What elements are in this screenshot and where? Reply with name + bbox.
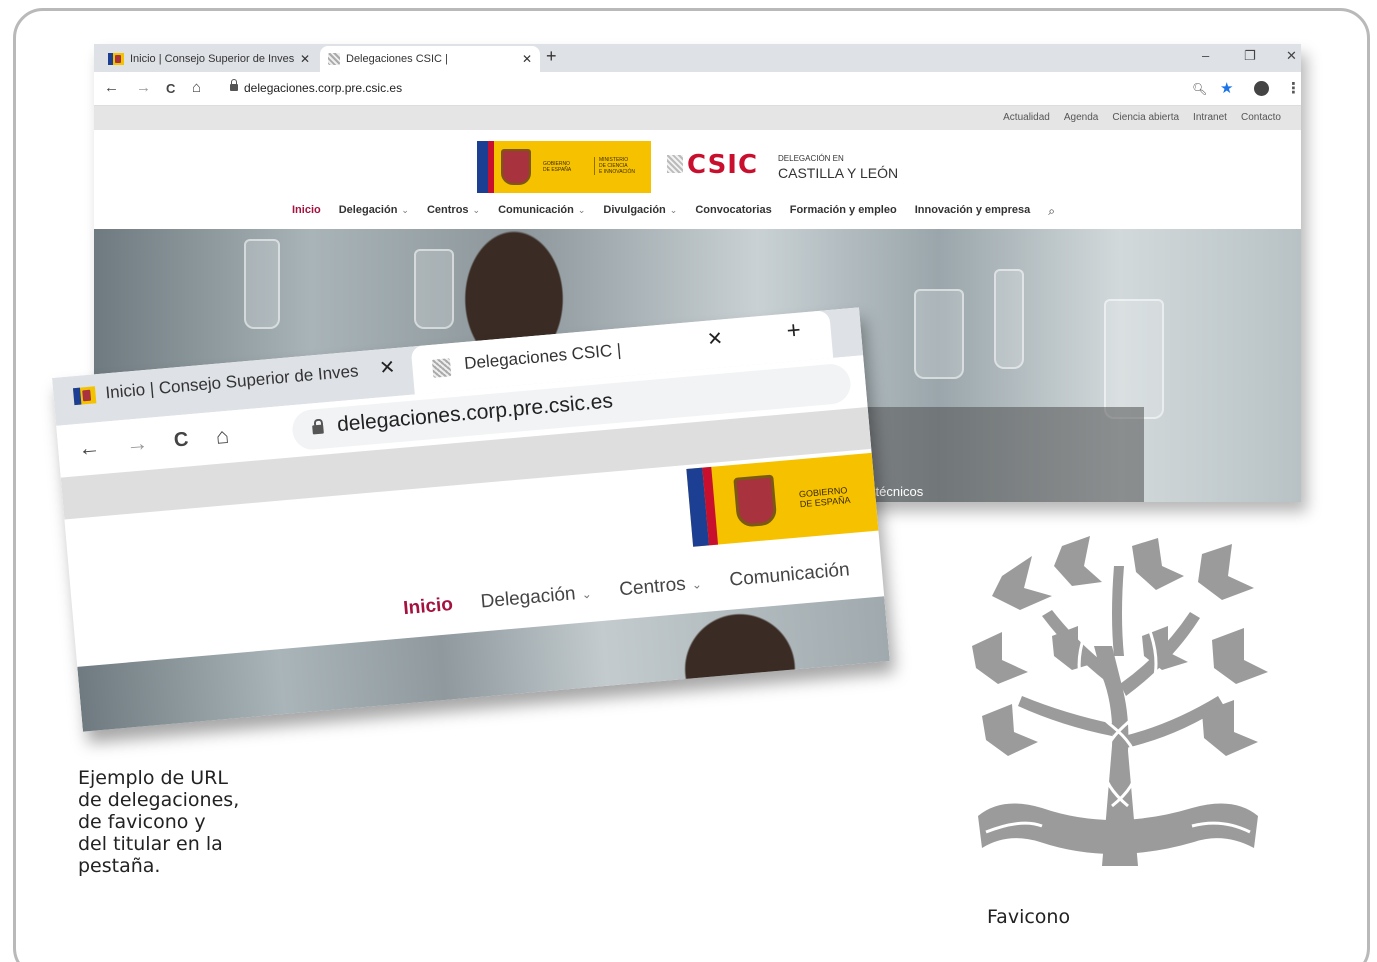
bottle-shape — [414, 249, 454, 329]
forward-icon[interactable]: → — [125, 430, 149, 458]
tab-delegaciones[interactable]: Delegaciones CSIC | ✕ — [320, 46, 540, 72]
nav-label: Centros — [618, 573, 687, 601]
tab-strip: Inicio | Consejo Superior de Inves ✕ Del… — [94, 44, 1301, 72]
nav-label: Centros — [426, 204, 469, 216]
chevron-down-icon: ⌄ — [472, 205, 481, 215]
lock-icon — [230, 79, 238, 91]
gobierno-espana-logo[interactable]: GOBIERNO DE ESPAÑA MINISTERIO DE CIENCIA E … — [477, 141, 651, 193]
chevron-down-icon: ⌄ — [691, 577, 703, 593]
caption-line: Ejemplo de URL — [78, 767, 228, 789]
nav-comunicacion[interactable]: Comunicación — [729, 559, 851, 591]
restore-button[interactable]: ❐ — [1244, 48, 1256, 64]
bottle-shape — [994, 269, 1024, 369]
nav-innovacion-empresa[interactable]: Innovación y empresa — [915, 204, 1031, 219]
window-close-button[interactable]: ✕ — [1286, 48, 1297, 64]
favicon-label: Favicono — [987, 906, 1071, 928]
nav-comunicacion[interactable]: Comunicación ⌄ — [498, 204, 585, 219]
csic-tree-icon — [667, 155, 683, 173]
nav-divulgacion[interactable]: Divulgación ⌄ — [603, 204, 677, 219]
top-link-intranet[interactable]: Intranet — [1193, 112, 1227, 123]
nav-convocatorias[interactable]: Convocatorias — [695, 204, 771, 219]
close-icon[interactable]: ✕ — [522, 52, 532, 66]
nav-inicio[interactable]: Inicio — [403, 594, 454, 620]
delegation-label: DELEGACIÓN EN — [778, 154, 844, 163]
back-icon[interactable]: ← — [104, 79, 119, 96]
lock-icon — [312, 424, 324, 435]
zoom-gobierno-espana-logo[interactable]: GOBIERNO DE ESPAÑA — [686, 451, 890, 547]
caption-line: de delegaciones, — [78, 789, 240, 811]
nav-formacion-empleo[interactable]: Formación y empleo — [790, 204, 897, 219]
tab-inicio[interactable]: Inicio | Consejo Superior de Inves ✕ — [100, 46, 318, 72]
menu-icon[interactable]: ⋮ — [1286, 79, 1301, 97]
nav-label: Delegación — [338, 204, 398, 216]
chevron-down-icon: ⌄ — [580, 586, 593, 602]
nav-label: Divulgación — [603, 204, 666, 216]
caption-line: del titular en la — [78, 833, 223, 855]
top-link-contacto[interactable]: Contacto — [1241, 112, 1281, 123]
address-bar: ← → C ⌂ delegaciones.corp.pre.csic.es 🔍︎… — [94, 72, 1301, 106]
back-icon[interactable]: ← — [77, 434, 101, 462]
new-tab-button[interactable]: + — [546, 46, 557, 67]
close-icon[interactable]: ✕ — [706, 327, 724, 351]
home-icon[interactable]: ⌂ — [192, 79, 201, 96]
close-icon[interactable]: ✕ — [300, 52, 310, 66]
nav-centros[interactable]: Centros ⌄ — [427, 204, 480, 219]
bottle-shape — [1104, 299, 1164, 419]
search-icon[interactable]: ⌕ — [1048, 204, 1055, 219]
top-link-agenda[interactable]: Agenda — [1064, 112, 1098, 123]
top-links: Actualidad Agenda Ciencia abierta Intran… — [1003, 112, 1281, 123]
caption-line: de favicono y — [78, 811, 206, 833]
gov-text: GOBIERNO DE ESPAÑA — [543, 161, 572, 173]
chevron-down-icon: ⌄ — [669, 205, 678, 215]
chevron-down-icon: ⌄ — [577, 205, 586, 215]
spain-favicon-icon — [72, 385, 97, 405]
csic-logo[interactable]: CSIC — [687, 150, 758, 180]
main-nav: Inicio Delegación ⌄ Centros ⌄ Comunicación… — [292, 204, 1055, 219]
new-tab-button[interactable]: + — [786, 317, 802, 346]
star-icon[interactable]: ★ — [1220, 79, 1233, 97]
csic-tree-favicon-icon — [431, 358, 452, 378]
close-icon[interactable]: ✕ — [378, 356, 397, 380]
bottle-shape — [244, 239, 280, 329]
zoomed-browser-detail: Inicio | Consejo Superior de Inves ✕ Del… — [52, 307, 890, 732]
minimize-button[interactable]: – — [1202, 48, 1209, 63]
zoom-icon[interactable]: 🔍︎ — [1192, 82, 1207, 96]
csic-tree-favicon-icon — [972, 536, 1268, 866]
gov-text: GOBIERNO DE ESPAÑA — [798, 485, 851, 510]
profile-icon[interactable] — [1254, 81, 1269, 96]
nav-label: Comunicación — [498, 204, 574, 216]
chevron-down-icon: ⌄ — [401, 205, 409, 215]
nav-delegacion[interactable]: Delegación ⌄ — [339, 204, 409, 219]
site-top-bar: Actualidad Agenda Ciencia abierta Intran… — [94, 106, 1301, 130]
caption-line: pestaña. — [78, 855, 161, 877]
nav-delegacion[interactable]: Delegación ⌄ — [480, 582, 593, 614]
tab-label: Inicio | Consejo Superior de Inves — [130, 53, 295, 65]
nav-centros[interactable]: Centros ⌄ — [618, 572, 702, 601]
nav-inicio[interactable]: Inicio — [292, 204, 321, 219]
spain-favicon-icon — [108, 53, 124, 65]
bottle-shape — [914, 289, 964, 379]
figure-caption: Ejemplo de URL de delegaciones, de favic… — [78, 767, 278, 877]
header-logos: GOBIERNO DE ESPAÑA MINISTERIO DE CIENCIA E … — [477, 141, 917, 193]
tab-label: Delegaciones CSIC | — [346, 53, 448, 65]
delegation-name: CASTILLA Y LEÓN — [778, 165, 899, 181]
forward-icon[interactable]: → — [136, 79, 151, 96]
csic-tree-favicon-icon — [328, 53, 340, 65]
url-field[interactable]: delegaciones.corp.pre.csic.es — [244, 81, 402, 95]
home-icon[interactable]: ⌂ — [215, 423, 231, 450]
top-link-actualidad[interactable]: Actualidad — [1003, 112, 1050, 123]
reload-icon[interactable]: C — [173, 428, 189, 452]
reload-icon[interactable]: C — [166, 81, 175, 96]
coat-of-arms-icon — [501, 149, 531, 185]
nav-label: Delegación — [479, 583, 577, 613]
ministry-text: MINISTERIO DE CIENCIA E INNOVACIÓN — [594, 157, 635, 175]
coat-of-arms-icon — [733, 474, 778, 528]
tab-label: Delegaciones CSIC | — [463, 340, 623, 373]
top-link-ciencia-abierta[interactable]: Ciencia abierta — [1112, 112, 1179, 123]
